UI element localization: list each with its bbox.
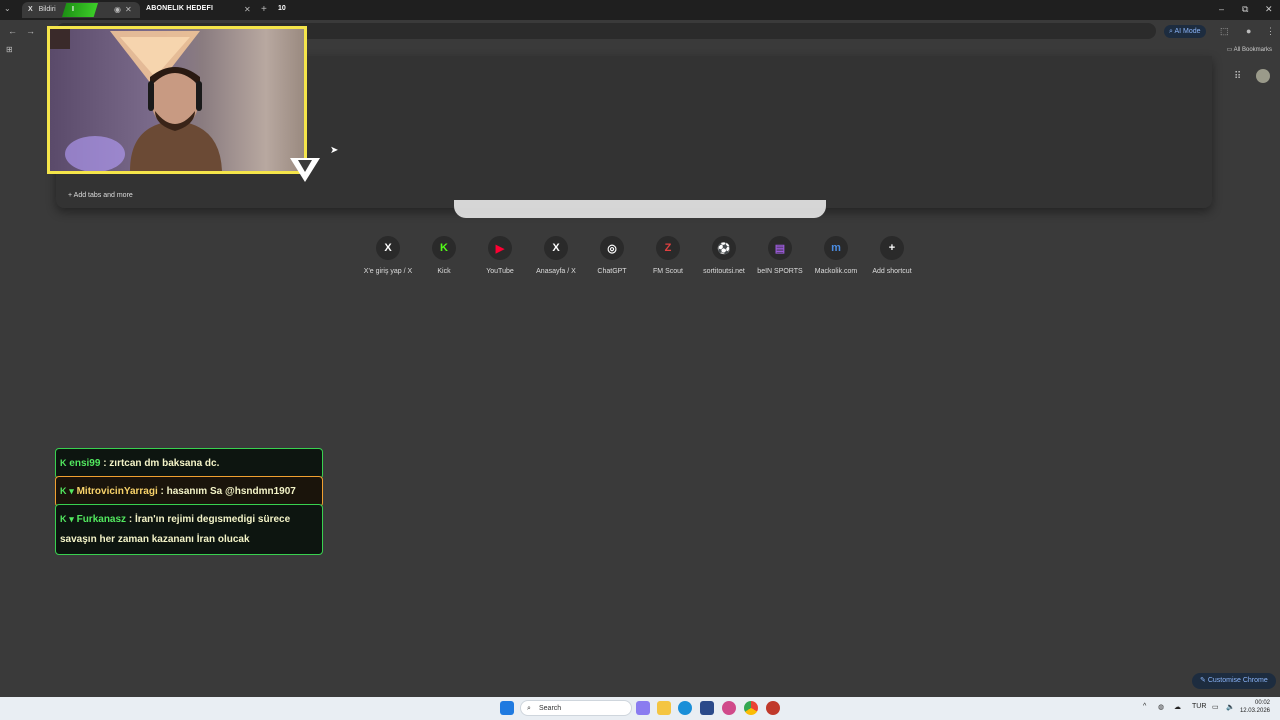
shortcut-tile[interactable]: ◎ ChatGPT xyxy=(584,236,640,275)
edge-icon[interactable] xyxy=(678,701,692,715)
kick-icon: K xyxy=(60,458,67,468)
shortcut-tile[interactable]: X X'e giriş yap / X xyxy=(360,236,416,275)
shortcut-tile[interactable]: ⚽ sortitoutsi.net xyxy=(696,236,752,275)
forward-icon[interactable]: → xyxy=(26,26,35,36)
shortcut-icon: m xyxy=(824,236,848,260)
subscriber-goal-label: ABONELIK HEDEFI xyxy=(146,5,214,12)
new-tab-icon[interactable]: + xyxy=(261,4,267,15)
channel-logo xyxy=(290,158,320,182)
mouse-cursor-icon: ➤ xyxy=(330,145,339,156)
app-icon[interactable] xyxy=(722,701,736,715)
badge-icon: ▾ xyxy=(69,514,74,524)
shortcut-label: Kick xyxy=(437,268,451,275)
cloud-icon[interactable]: ☁ xyxy=(1174,703,1181,711)
tab-search-icon[interactable]: ⌄ xyxy=(4,4,11,13)
tab-label: Bildiri xyxy=(38,6,56,13)
ai-search-icon: ⌕ xyxy=(1169,28,1173,35)
customise-chrome-button[interactable]: ✎ Customise Chrome xyxy=(1192,673,1276,689)
close-tab-icon[interactable]: ✕ xyxy=(244,5,251,14)
shortcut-tile[interactable]: + Add shortcut xyxy=(864,236,920,275)
google-search-box[interactable] xyxy=(454,200,826,218)
shortcut-label: sortitoutsi.net xyxy=(703,268,745,275)
chat-message: K ▾ Furkanasz : İran'ın rejimi degısmedi… xyxy=(55,504,323,555)
kick-icon: K xyxy=(60,514,67,524)
add-tabs-button[interactable]: + Add tabs and more xyxy=(68,192,133,199)
volume-icon[interactable]: 🔈 xyxy=(1226,703,1235,711)
shortcut-label: Mackolik.com xyxy=(814,268,858,275)
chrome-icon[interactable] xyxy=(744,701,758,715)
restore-icon[interactable]: ⧉ xyxy=(1242,4,1248,15)
webcam-overlay xyxy=(47,26,307,174)
shortcut-icon: K xyxy=(432,236,456,260)
close-tab-icon[interactable]: ✕ xyxy=(125,5,132,14)
minimize-icon[interactable]: – xyxy=(1219,4,1224,14)
shortcut-icon: ⚽ xyxy=(712,236,736,260)
shortcut-label: YouTube xyxy=(486,268,514,275)
language-indicator[interactable]: TUR xyxy=(1192,703,1206,710)
shortcut-label: beIN SPORTS xyxy=(757,268,803,275)
chat-message: K ▾ MitrovicinYarragi : hasanım Sa @hsnd… xyxy=(55,476,323,507)
clock[interactable]: 00:02 12.03.2026 xyxy=(1240,699,1270,715)
shortcut-icon: X xyxy=(376,236,400,260)
shortcut-tile[interactable]: ▤ beIN SPORTS xyxy=(752,236,808,275)
shortcut-icon: ◎ xyxy=(600,236,624,260)
shortcut-label: Add shortcut xyxy=(872,268,912,275)
overlay-badge: I xyxy=(62,3,98,17)
x-logo-icon: X xyxy=(28,6,33,13)
copilot-icon[interactable] xyxy=(636,701,650,715)
kick-icon: K xyxy=(60,486,67,496)
chat-message: K ensi99 : zırtcan dm baksana dc. xyxy=(55,448,323,479)
plus-icon: + xyxy=(68,192,73,199)
subscriber-goal-count: 10 xyxy=(278,5,286,12)
shortcut-label: FM Scout xyxy=(653,268,683,275)
shortcut-label: Anasayfa / X xyxy=(536,268,576,275)
shortcut-tile[interactable]: m Mackolik.com xyxy=(808,236,864,275)
close-window-icon[interactable]: ✕ xyxy=(1265,4,1273,15)
app-icon[interactable] xyxy=(766,701,780,715)
chevron-up-icon[interactable]: ^ xyxy=(1143,703,1146,710)
shortcut-tile[interactable]: Z FM Scout xyxy=(640,236,696,275)
shortcut-label: X'e giriş yap / X xyxy=(363,268,413,275)
all-bookmarks[interactable]: ▭ All Bookmarks xyxy=(1227,46,1272,53)
streamer-image xyxy=(50,29,222,171)
start-icon[interactable] xyxy=(500,701,514,715)
network-icon[interactable]: ◍ xyxy=(1158,703,1164,711)
shortcut-icon: ▶ xyxy=(488,236,512,260)
store-icon[interactable] xyxy=(700,701,714,715)
folder-icon: ▭ xyxy=(1226,47,1233,53)
taskbar-search[interactable]: ⌕ Search xyxy=(520,700,632,716)
display-icon[interactable]: ▭ xyxy=(1212,703,1219,711)
shortcut-tile[interactable]: ▶ YouTube xyxy=(472,236,528,275)
shortcut-tile[interactable]: K Kick xyxy=(416,236,472,275)
shortcut-icon: X xyxy=(544,236,568,260)
mute-icon[interactable]: ◉ xyxy=(114,5,121,14)
menu-icon[interactable]: ⋮ xyxy=(1266,26,1275,37)
shortcut-icon: Z xyxy=(656,236,680,260)
back-icon[interactable]: ← xyxy=(8,26,17,36)
ai-mode-button[interactable]: ⌕ AI Mode xyxy=(1164,25,1206,38)
avatar[interactable] xyxy=(1256,69,1270,83)
apps-icon[interactable]: ⊞ xyxy=(6,45,13,54)
file-explorer-icon[interactable] xyxy=(657,701,671,715)
google-apps-icon[interactable]: ⠿ xyxy=(1234,71,1241,82)
profile-icon[interactable]: ● xyxy=(1246,26,1251,36)
badge-icon: ▾ xyxy=(69,486,74,496)
shortcut-tile[interactable]: X Anasayfa / X xyxy=(528,236,584,275)
extensions-icon[interactable]: ⬚ xyxy=(1220,26,1229,37)
search-icon: ⌕ xyxy=(527,705,531,712)
shortcut-icon: ▤ xyxy=(768,236,792,260)
shortcut-icon: + xyxy=(880,236,904,260)
shortcut-label: ChatGPT xyxy=(597,268,627,275)
pencil-icon: ✎ xyxy=(1200,677,1206,684)
